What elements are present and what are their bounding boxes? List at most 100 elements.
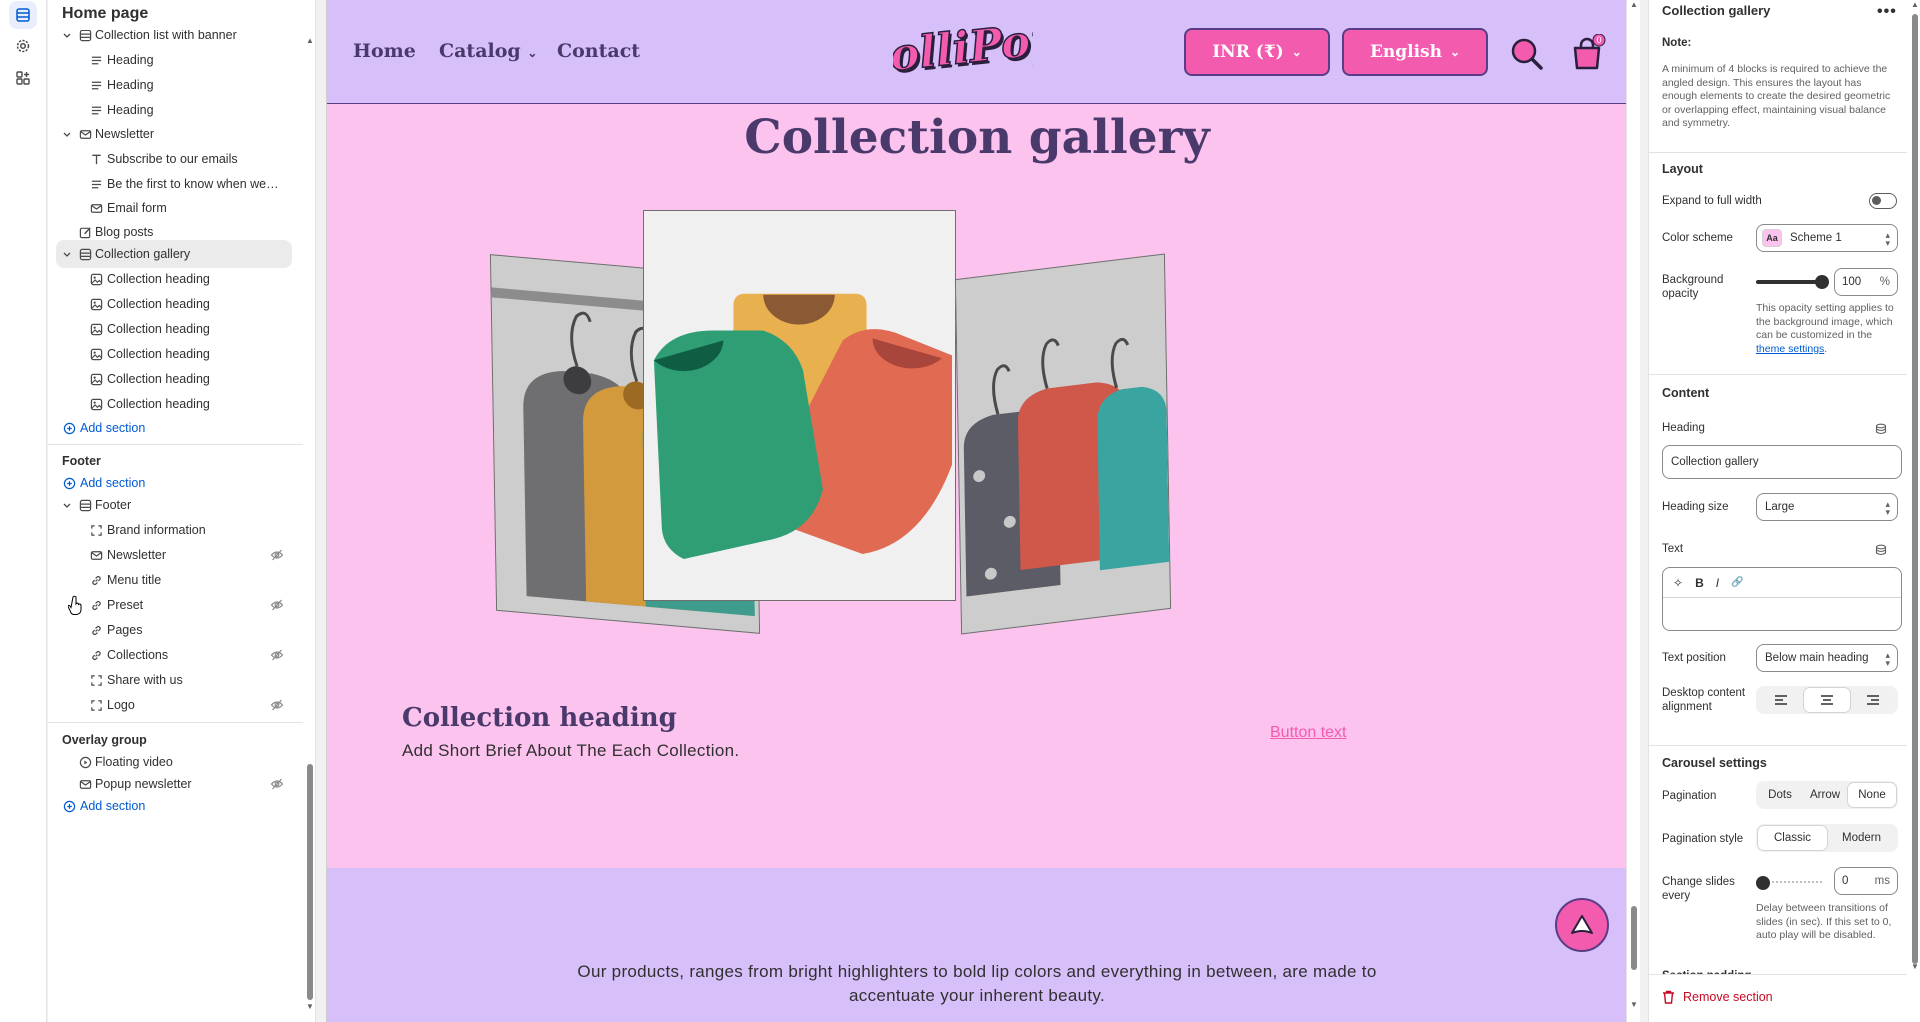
apps-nav-button[interactable] <box>9 64 37 92</box>
divider <box>48 444 303 445</box>
link-icon <box>89 598 103 612</box>
chevron-down-icon[interactable] <box>62 30 72 40</box>
eye-hidden-icon[interactable] <box>270 548 284 562</box>
collection-card-right[interactable] <box>954 253 1172 635</box>
nav-contact[interactable]: Contact <box>557 40 640 62</box>
sections-nav-button[interactable] <box>9 1 37 29</box>
bg-opacity-input[interactable]: 100% <box>1834 268 1898 296</box>
collection-card-center[interactable] <box>643 210 956 601</box>
block-item[interactable]: Logo <box>48 691 293 719</box>
search-icon[interactable] <box>1507 34 1547 74</box>
dynamic-source-icon[interactable] <box>1875 423 1887 435</box>
block-item[interactable]: Collection heading <box>48 340 293 368</box>
change-slides-help: Delay between transitions of slides (in … <box>1756 902 1892 941</box>
more-actions-button[interactable]: ••• <box>1877 3 1897 21</box>
align-left-button[interactable] <box>1758 688 1804 712</box>
pagination-style-modern[interactable]: Modern <box>1827 826 1896 850</box>
chevron-down-icon[interactable] <box>62 500 72 510</box>
block-item[interactable]: Collection heading <box>48 265 293 293</box>
pagination-style-classic[interactable]: Classic <box>1758 826 1827 850</box>
text-rich-editor[interactable]: ✧ B I 🔗 <box>1662 567 1902 631</box>
block-item[interactable]: Pages <box>48 616 293 644</box>
block-item[interactable]: Collection heading <box>48 315 293 343</box>
preview-scrollbar[interactable]: ▲ ▼ <box>1626 0 1640 1022</box>
sections-scrollbar[interactable]: ▲ ▼ <box>305 36 315 1012</box>
ai-magic-icon[interactable]: ✧ <box>1673 576 1683 590</box>
bg-opacity-slider[interactable] <box>1756 280 1822 284</box>
collection-button-link[interactable]: Button text <box>1270 724 1347 742</box>
trash-icon <box>1663 990 1674 1004</box>
settings-title: Collection gallery <box>1662 3 1771 18</box>
heading-size-select[interactable]: Large ▴ ▾ <box>1756 493 1898 521</box>
currency-selector[interactable]: INR (₹) ⌄ <box>1184 28 1330 76</box>
settings-scrollbar[interactable]: ▲ ▼ <box>1908 0 1920 1022</box>
change-slides-input[interactable]: 0 ms <box>1834 867 1898 895</box>
nav-catalog[interactable]: Catalog ⌄ <box>439 40 537 62</box>
block-item[interactable]: Share with us <box>48 666 293 694</box>
item-label: Collection heading <box>107 397 210 411</box>
plus-circle-icon <box>62 421 76 435</box>
pagination-style-label: Pagination style <box>1662 833 1744 845</box>
pagination-dots-option[interactable]: Dots <box>1758 783 1802 807</box>
section-item[interactable]: Newsletter <box>48 120 293 148</box>
arrow-up-icon <box>1571 915 1593 934</box>
section-item[interactable]: Collection gallery <box>56 240 292 268</box>
block-item[interactable]: Brand information <box>48 516 293 544</box>
cart-icon[interactable]: 0 <box>1567 34 1607 74</box>
heading-input[interactable]: Collection gallery <box>1662 445 1902 479</box>
cart-count: 0 <box>1596 35 1601 45</box>
block-item[interactable]: Menu title <box>48 566 293 594</box>
add-section-button[interactable]: Add section <box>48 792 293 820</box>
item-label: Subscribe to our emails <box>107 152 238 166</box>
eye-hidden-icon[interactable] <box>270 698 284 712</box>
chevron-down-icon[interactable] <box>62 249 72 259</box>
item-label: Newsletter <box>107 548 167 562</box>
eye-hidden-icon[interactable] <box>270 598 284 612</box>
block-item[interactable]: Preset <box>48 591 293 619</box>
nav-home[interactable]: Home <box>353 40 416 62</box>
section-item[interactable]: Footer <box>48 491 293 519</box>
italic-button[interactable]: I <box>1716 576 1719 590</box>
bg-opacity-help-text: This opacity setting applies to the back… <box>1756 302 1894 341</box>
scroll-to-top-button[interactable] <box>1555 898 1609 952</box>
block-item[interactable]: Subscribe to our emails <box>48 145 293 173</box>
language-selector[interactable]: English ⌄ <box>1342 28 1488 76</box>
pagination-arrow-option[interactable]: Arrow <box>1802 783 1848 807</box>
divider <box>1649 745 1907 746</box>
eye-hidden-icon[interactable] <box>270 777 284 791</box>
eye-hidden-icon[interactable] <box>270 648 284 662</box>
pagination-none-option[interactable]: None <box>1848 783 1896 807</box>
block-item[interactable]: Newsletter <box>48 541 293 569</box>
text-position-label: Text position <box>1662 652 1726 664</box>
add-section-button[interactable]: Add section <box>48 414 293 442</box>
image-icon <box>89 322 103 336</box>
block-item[interactable]: Heading <box>48 46 293 74</box>
text-position-select[interactable]: Below main heading ▴ ▾ <box>1756 644 1898 672</box>
block-item[interactable]: Collection heading <box>48 365 293 393</box>
language-label: English <box>1369 42 1442 62</box>
expand-full-width-toggle[interactable] <box>1869 193 1897 209</box>
theme-settings-link[interactable]: theme settings <box>1756 343 1824 355</box>
layout-icon <box>78 30 92 42</box>
remove-section-button[interactable]: Remove section <box>1662 990 1773 1004</box>
theme-settings-nav-button[interactable] <box>9 32 37 60</box>
play-icon <box>78 755 92 769</box>
block-item[interactable]: Collection heading <box>48 290 293 318</box>
chevron-down-icon[interactable] <box>62 129 72 139</box>
currency-label: INR (₹) <box>1212 42 1284 62</box>
color-scheme-select[interactable]: Aa Scheme 1 ▴ ▾ <box>1756 224 1898 252</box>
folded-tshirts-image <box>644 211 955 600</box>
image-icon <box>89 347 103 361</box>
lollipop-logo[interactable]: LolliPop LolliPop <box>893 8 1033 92</box>
align-center-button[interactable] <box>1804 688 1850 712</box>
bold-button[interactable]: B <box>1695 576 1704 590</box>
dynamic-source-icon[interactable] <box>1875 544 1887 556</box>
block-item[interactable]: Collections <box>48 641 293 669</box>
change-slides-knob[interactable] <box>1756 876 1770 890</box>
align-right-button[interactable] <box>1850 688 1896 712</box>
divider <box>1649 374 1907 375</box>
block-item[interactable]: Heading <box>48 71 293 99</box>
bg-opacity-knob[interactable] <box>1815 275 1829 289</box>
image-icon <box>89 272 103 286</box>
link-icon[interactable]: 🔗 <box>1731 577 1743 588</box>
